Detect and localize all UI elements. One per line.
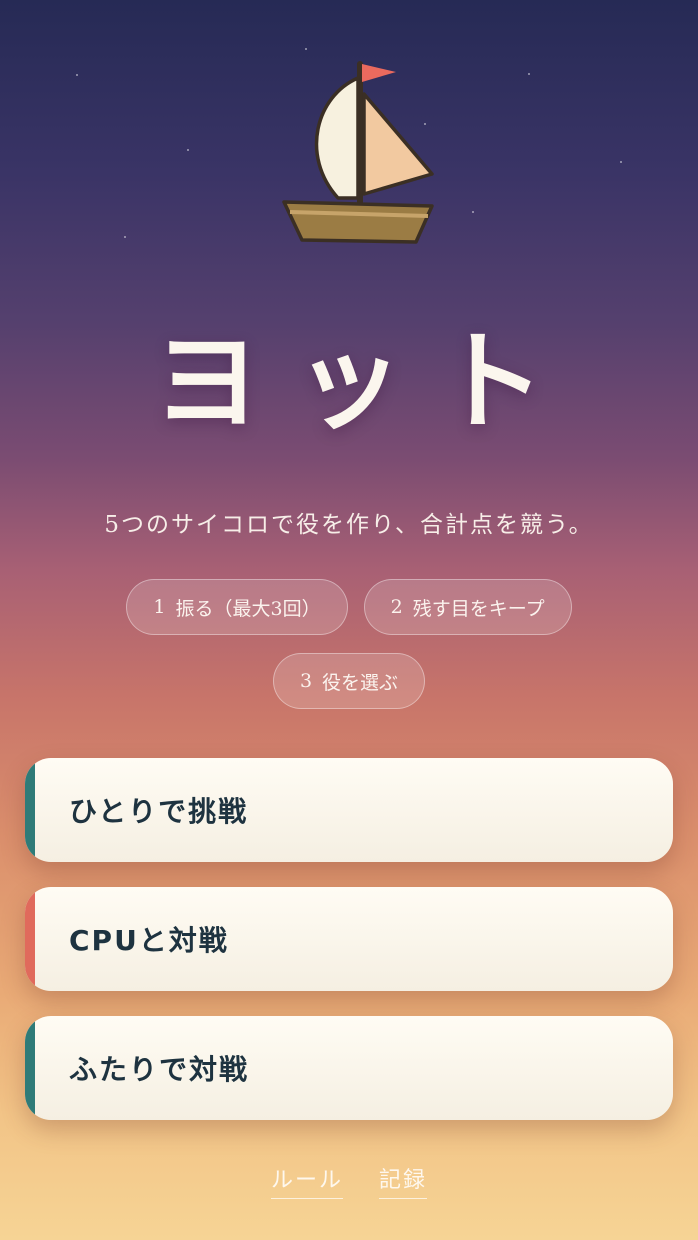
step-choose: 3 役を選ぶ: [272, 653, 426, 709]
step-number: 1: [153, 596, 166, 618]
menu-label: ふたりで対戦: [69, 1053, 250, 1086]
step-keep: 2 残す目をキープ: [363, 579, 572, 635]
star: [124, 236, 126, 238]
step-label: 振る（最大3回）: [175, 597, 321, 620]
two-player-button[interactable]: ふたりで対戦: [25, 1016, 673, 1120]
step-number: 2: [390, 596, 403, 618]
step-label: 役を選ぶ: [322, 671, 399, 694]
star: [528, 73, 530, 75]
step-roll: 1 振る（最大3回）: [126, 579, 348, 635]
menu-label: ひとりで挑戦: [69, 795, 249, 828]
star: [76, 74, 78, 76]
step-number: 3: [299, 670, 313, 692]
star: [620, 161, 622, 163]
star: [472, 211, 474, 213]
solo-play-button[interactable]: ひとりで挑戦: [25, 758, 673, 862]
menu-accent-bar: [25, 887, 35, 991]
app-subtitle: 5つのサイコロで役を作り、合計点を競う。: [104, 512, 594, 538]
steps-row-1: 1 振る（最大3回） 2 残す目をキープ: [0, 579, 698, 635]
app-title: ヨット: [152, 319, 579, 445]
step-label: 残す目をキープ: [412, 597, 545, 620]
star: [305, 48, 307, 50]
footer-links: ルール 記録: [0, 1162, 698, 1199]
rules-link[interactable]: ルール: [270, 1162, 343, 1199]
menu-accent-bar: [25, 758, 35, 862]
sailboat-icon: [276, 56, 446, 256]
star: [187, 149, 189, 151]
cpu-match-button[interactable]: CPUと対戦: [25, 887, 673, 991]
menu-accent-bar: [25, 1016, 35, 1120]
records-link[interactable]: 記録: [379, 1162, 428, 1199]
menu-label: CPUと対戦: [69, 924, 229, 957]
steps-row-2: 3 役を選ぶ: [0, 653, 698, 709]
